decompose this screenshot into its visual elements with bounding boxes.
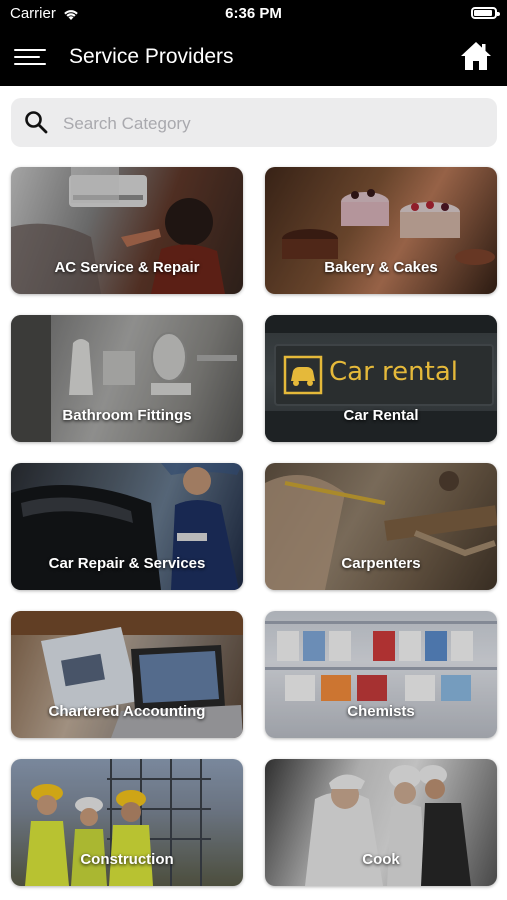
category-label: AC Service & Repair	[54, 259, 200, 276]
car-rental-sign: Car rental	[329, 357, 458, 387]
category-label: Chemists	[347, 703, 415, 720]
category-label: Carpenters	[341, 555, 421, 572]
navigation-bar: Service Providers	[0, 28, 507, 86]
category-card-carpenters[interactable]: Carpenters	[265, 463, 497, 590]
search-icon	[25, 111, 48, 134]
page-title: Service Providers	[69, 45, 234, 68]
hamburger-menu-icon[interactable]	[14, 42, 46, 72]
category-card-car-repair[interactable]: Car Repair & Services	[11, 463, 243, 590]
category-label: Cook	[362, 851, 400, 868]
home-icon[interactable]	[459, 40, 493, 72]
category-label: Car Rental	[343, 407, 419, 424]
category-card-cook[interactable]: Cook	[265, 759, 497, 886]
category-card-car-rental[interactable]: Car rental Car Rental	[265, 315, 497, 442]
status-bar: Carrier 6:36 PM	[0, 0, 507, 28]
battery-icon	[471, 7, 500, 19]
category-label: Bakery & Cakes	[324, 259, 438, 276]
search-input[interactable]	[61, 98, 485, 149]
search-bar[interactable]	[11, 98, 497, 149]
header-bar: Carrier 6:36 PM Service Providers	[0, 0, 507, 86]
status-time: 6:36 PM	[225, 5, 282, 22]
category-card-chemists[interactable]: Chemists	[265, 611, 497, 738]
category-card-bathroom-fittings[interactable]: Bathroom Fittings	[11, 315, 243, 442]
category-card-bakery[interactable]: Bakery & Cakes	[265, 167, 497, 294]
category-label: Bathroom Fittings	[62, 407, 192, 424]
category-label: Chartered Accounting	[48, 703, 206, 720]
battery-level	[474, 10, 492, 16]
category-card-chartered-accounting[interactable]: Chartered Accounting	[11, 611, 243, 738]
category-label: Car Repair & Services	[48, 555, 206, 572]
category-card-ac-service[interactable]: AC Service & Repair	[11, 167, 243, 294]
category-label: Construction	[80, 851, 174, 868]
category-grid: AC Service & Repair Bakery & Cakes Bathr…	[11, 167, 497, 886]
category-card-construction[interactable]: Construction	[11, 759, 243, 886]
